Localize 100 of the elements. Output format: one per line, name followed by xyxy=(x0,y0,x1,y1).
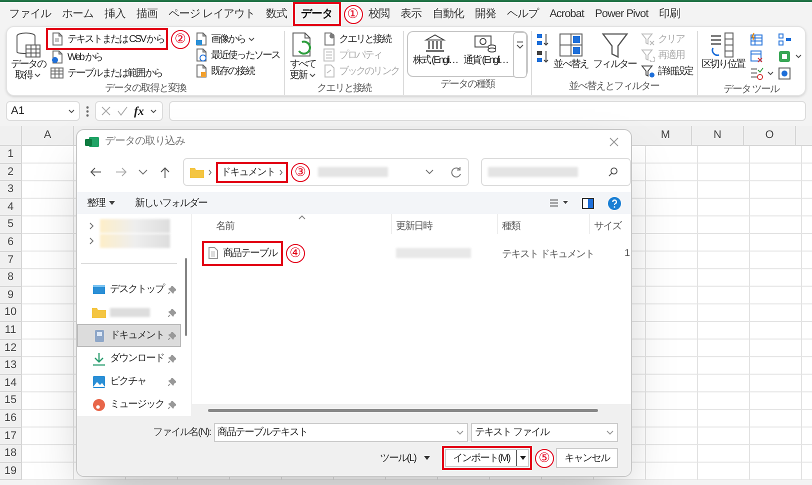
menu-tab[interactable]: Acrobat xyxy=(544,5,589,23)
check-icon[interactable] xyxy=(117,106,128,116)
row-header[interactable]: 18 xyxy=(0,445,22,463)
cancel-icon[interactable] xyxy=(101,106,111,116)
chevron-down-icon[interactable] xyxy=(425,169,434,175)
chevron-down-icon[interactable] xyxy=(138,168,148,176)
preview-pane-icon[interactable] xyxy=(582,198,594,208)
row-header[interactable]: 1 xyxy=(0,146,22,164)
row-header[interactable]: 13 xyxy=(0,357,22,375)
ribbon-button[interactable]: クエリと接続 xyxy=(320,31,400,47)
row-header[interactable]: 17 xyxy=(0,428,22,446)
column-header[interactable]: サイズ xyxy=(590,214,631,234)
ribbon-button[interactable]: フィルター xyxy=(592,31,638,70)
file-name-field[interactable]: 商品テーブルテキスト xyxy=(214,423,468,442)
gallery-more-icon[interactable] xyxy=(512,32,527,78)
row-header[interactable]: 14 xyxy=(0,374,22,392)
data-type-button[interactable]: 通貨 (Engli… xyxy=(462,32,509,68)
row-header[interactable]: 12 xyxy=(0,340,22,358)
menu-tab[interactable]: 開発 xyxy=(470,5,502,23)
relationships-icon[interactable] xyxy=(776,49,792,64)
column-header[interactable]: 名前 xyxy=(192,214,392,234)
row-header[interactable]: 3 xyxy=(0,181,22,199)
breadcrumb-item[interactable]: ドキュメント xyxy=(219,164,285,180)
column-header[interactable]: A xyxy=(22,126,74,146)
navigation-item[interactable]: デスクトップ xyxy=(77,278,181,301)
close-icon[interactable] xyxy=(609,137,619,147)
row-header[interactable]: 4 xyxy=(0,198,22,216)
ribbon-button[interactable]: Web から xyxy=(49,49,190,65)
ribbon-button[interactable]: テキストまたは CSV から xyxy=(49,31,165,47)
data-type-button[interactable]: 株式 (Engli… xyxy=(412,32,458,68)
row-header[interactable]: 9 xyxy=(0,286,22,304)
column-header[interactable]: 更新日時 xyxy=(392,214,498,234)
file-type-dropdown[interactable]: テキスト ファイル xyxy=(471,423,618,442)
new-folder-button[interactable]: 新しいフォルダー xyxy=(135,196,207,210)
row-header[interactable]: 5 xyxy=(0,216,22,234)
navigation-item[interactable]: ピクチャ xyxy=(77,370,181,393)
ribbon-button[interactable]: 最近使ったソース xyxy=(192,47,281,63)
organize-menu[interactable]: 整理 xyxy=(87,196,115,210)
menu-tab[interactable]: データ xyxy=(296,5,338,23)
formula-input[interactable] xyxy=(169,101,806,121)
sort-ascending-icon[interactable] xyxy=(534,32,550,47)
consolidate-icon[interactable] xyxy=(776,32,792,47)
menu-tab[interactable]: 印刷 xyxy=(654,5,686,23)
dropdown-triangle-icon xyxy=(109,201,115,205)
row-header[interactable]: 6 xyxy=(0,234,22,252)
menu-tab[interactable]: ヘルプ xyxy=(502,5,544,23)
scrollbar-thumb[interactable] xyxy=(208,408,598,412)
column-header[interactable]: N xyxy=(692,126,744,146)
column-header[interactable]: O xyxy=(744,126,796,146)
forward-arrow-icon[interactable] xyxy=(115,166,128,178)
import-button[interactable]: インポート(M) xyxy=(445,449,529,467)
ribbon-button[interactable]: 画像から xyxy=(192,31,281,47)
row-header[interactable]: 15 xyxy=(0,392,22,410)
data-model-icon[interactable] xyxy=(776,66,792,81)
column-header[interactable]: 種類 xyxy=(498,214,590,234)
row-header[interactable]: 16 xyxy=(0,410,22,428)
back-arrow-icon[interactable] xyxy=(89,166,102,178)
column-header[interactable]: M xyxy=(640,126,692,146)
flash-fill-icon[interactable] xyxy=(748,32,764,47)
refresh-icon[interactable] xyxy=(450,166,462,178)
row-header[interactable]: 2 xyxy=(0,164,22,182)
row-header[interactable]: 10 xyxy=(0,304,22,322)
menu-tab[interactable]: 校閲 xyxy=(364,5,395,23)
scrollbar-thumb[interactable] xyxy=(185,258,187,336)
menu-tab[interactable]: Power Pivot xyxy=(590,5,654,23)
ribbon-button[interactable]: 既存の接続 xyxy=(192,63,281,79)
menu-tab[interactable]: ページ レイアウト xyxy=(164,5,260,23)
insert-function-button[interactable]: fx xyxy=(134,102,144,120)
navigation-item[interactable]: ドキュメント xyxy=(77,324,181,347)
menu-tab[interactable]: 表示 xyxy=(396,5,427,23)
menu-tab[interactable]: 描画 xyxy=(132,5,162,23)
file-item[interactable]: 商品テーブル xyxy=(205,244,280,262)
row-header[interactable]: 7 xyxy=(0,252,22,270)
cancel-button[interactable]: キャンセル xyxy=(556,448,618,468)
remove-duplicates-icon[interactable] xyxy=(748,49,764,64)
up-arrow-icon[interactable] xyxy=(159,166,171,178)
help-icon[interactable] xyxy=(608,196,621,210)
ribbon-button[interactable]: 区切り位置 xyxy=(700,31,746,70)
row-header[interactable]: 19 xyxy=(0,462,22,480)
navigation-item[interactable]: ダウンロード xyxy=(77,347,181,370)
ribbon-button[interactable]: テーブルまたは範囲から xyxy=(49,65,190,81)
row-header[interactable]: 11 xyxy=(0,322,22,340)
view-list-icon[interactable] xyxy=(550,199,568,207)
ribbon-button[interactable]: 詳細設定 xyxy=(640,63,694,79)
menu-tab[interactable]: ホーム xyxy=(57,5,98,23)
menu-tab[interactable]: 挿入 xyxy=(100,5,130,23)
navigation-item[interactable]: ミュージック xyxy=(77,393,181,416)
row-header[interactable]: 8 xyxy=(0,269,22,287)
name-box[interactable]: A1 xyxy=(6,101,80,121)
sort-descending-icon[interactable] xyxy=(534,49,550,64)
tools-menu[interactable]: ツール(L) xyxy=(380,450,430,466)
ribbon-button[interactable]: すべて 更新 xyxy=(288,31,318,81)
address-bar[interactable]: ドキュメント ③ xyxy=(183,158,470,186)
menu-tab[interactable]: ファイル xyxy=(4,5,56,23)
menu-tab[interactable]: 数式 xyxy=(261,5,292,23)
menu-tab[interactable]: 自動化 xyxy=(428,5,470,23)
search-field[interactable] xyxy=(481,158,631,186)
data-validation-icon[interactable] xyxy=(748,66,764,81)
ribbon-button[interactable]: 並べ替え xyxy=(552,31,590,70)
ribbon-button[interactable]: データの 取得 xyxy=(10,31,46,81)
